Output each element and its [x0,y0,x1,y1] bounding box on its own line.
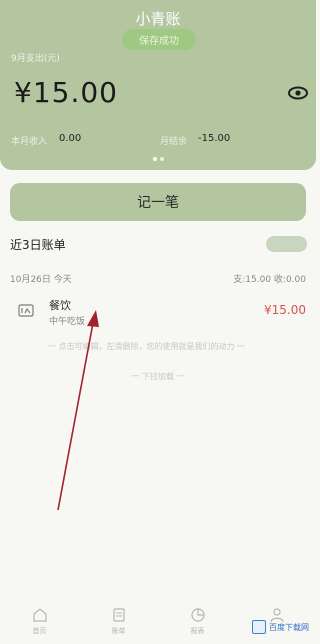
recent-toggle-button[interactable] [266,236,307,252]
income-label: 本月收入 [11,137,48,147]
bill-date: 10月26日 今天 [10,275,72,285]
entry-category: 餐饮 [49,299,71,312]
nav-item-report[interactable]: 报表 [158,600,237,644]
load-more-hint: 一 下拉加载 一 [131,372,185,381]
page-indicator [0,157,316,161]
eye-icon[interactable] [288,85,308,101]
nav-item-home[interactable]: 首页 [0,600,79,644]
entry-note: 中午吃饭 [49,317,86,327]
balance-value: -15.00 [198,133,231,144]
edit-hint: 一 点击可编辑，左滑删除，您的使用就是我们的动力 一 [48,342,246,351]
month-expense-label: 9月支出(元) [11,54,60,64]
food-icon [18,304,34,317]
recent-bills-title: 近3日账单 [10,238,66,252]
watermark-text: 百度下载网 [269,622,309,632]
nav-label-report: 报表 [190,627,205,635]
chart-icon [190,608,205,622]
page-dot [159,157,164,161]
summary-header: 小青账 保存成功 9月支出(元) ¥15.00 本月收入 0.00 月结余 -1… [0,0,316,170]
month-expense-amount: ¥15.00 [14,76,118,109]
entry-amount: ¥15.00 [264,303,306,317]
nav-label-bill: 账单 [111,627,126,635]
record-button[interactable]: 记一笔 [10,183,306,221]
bill-icon [112,608,125,622]
bill-entry[interactable]: 餐饮 中午吃饭 ¥15.00 [10,294,306,328]
balance-label: 月结余 [160,137,188,147]
bill-day-summary: 支:15.00 收:0.00 [233,275,306,285]
watermark-icon [252,620,266,634]
page-dot-active [152,157,157,161]
nav-label-home: 首页 [32,627,47,635]
income-value: 0.00 [59,133,82,144]
nav-item-bill[interactable]: 账单 [79,600,158,644]
save-success-toast: 保存成功 [122,29,196,50]
home-icon [32,608,47,622]
app-title: 小青账 [135,10,181,28]
watermark-logo: 百度下载网 [252,614,312,640]
